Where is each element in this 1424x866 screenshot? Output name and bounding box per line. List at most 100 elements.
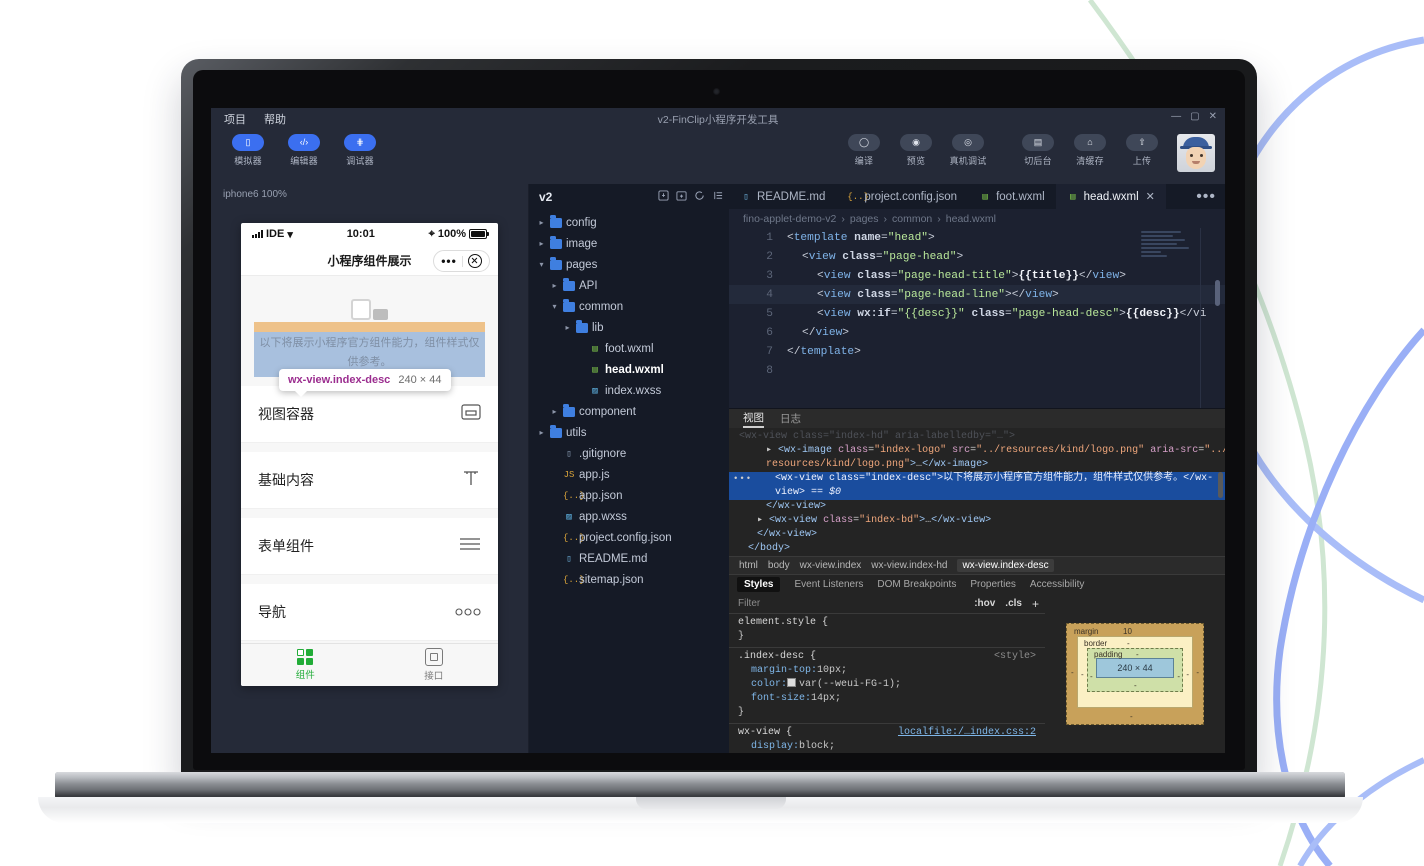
- toolbar-clear-cache-button[interactable]: ⌂ 清缓存: [1067, 134, 1113, 167]
- chevron-icon[interactable]: ▸: [537, 428, 546, 437]
- margin-left-value[interactable]: -: [1071, 668, 1074, 677]
- tree-item[interactable]: ▸▯.gitignore: [529, 443, 729, 464]
- maximize-icon[interactable]: ▢: [1190, 112, 1199, 122]
- css-property-value[interactable]: 10px;: [817, 664, 847, 678]
- breadcrumb-item[interactable]: common: [892, 213, 932, 225]
- tree-item[interactable]: ▾common: [529, 296, 729, 317]
- border-left-value[interactable]: -: [1081, 670, 1084, 679]
- box-model-margin[interactable]: margin 10 - - - border - - -: [1066, 623, 1204, 725]
- dom-node-line[interactable]: resources/kind/logo.png">…</wx-image>: [729, 458, 1225, 472]
- chevron-icon[interactable]: ▾: [550, 302, 559, 311]
- devtools-tabs[interactable]: 视图日志: [729, 409, 1225, 428]
- toolbar-preview-button[interactable]: ◉ 预览: [893, 134, 939, 167]
- dom-breadcrumb[interactable]: htmlbodywx-view.indexwx-view.index-hdwx-…: [729, 556, 1225, 574]
- chevron-icon[interactable]: ▸: [550, 281, 559, 290]
- editor-tab[interactable]: {..}project.config.json: [836, 184, 968, 209]
- dom-breadcrumb-item[interactable]: wx-view.index-hd: [871, 560, 947, 571]
- padding-bottom-value[interactable]: -: [1134, 681, 1137, 690]
- toolbar-compile-button[interactable]: ◯ 编译: [841, 134, 887, 167]
- styles-panel-tab[interactable]: Accessibility: [1030, 579, 1084, 590]
- border-top-value[interactable]: -: [1127, 639, 1130, 648]
- chevron-icon[interactable]: ▸: [563, 323, 572, 332]
- editor-tabbar[interactable]: ▯README.md{..}project.config.json▤foot.w…: [729, 184, 1225, 209]
- styles-panel-tab[interactable]: Event Listeners: [794, 579, 863, 590]
- css-declaration[interactable]: color: var(--weui-FG-1);: [729, 678, 1045, 692]
- minimize-icon[interactable]: —: [1171, 112, 1181, 122]
- list-item[interactable]: 导航: [241, 584, 498, 641]
- tree-item[interactable]: ▸▨app.wxss: [529, 506, 729, 527]
- css-property-name[interactable]: margin-top:: [751, 664, 817, 678]
- tree-item[interactable]: ▸config: [529, 212, 729, 233]
- margin-top-value[interactable]: 10: [1123, 627, 1132, 636]
- dom-scrollbar[interactable]: [1218, 472, 1223, 498]
- tree-item[interactable]: ▸image: [529, 233, 729, 254]
- tree-item[interactable]: ▸▤head.wxml: [529, 359, 729, 380]
- css-property-value[interactable]: 14px;: [811, 692, 841, 706]
- cls-toggle[interactable]: .cls: [1005, 598, 1022, 609]
- list-item[interactable]: 视图容器: [241, 386, 498, 443]
- editor-tab[interactable]: ▤head.wxml✕: [1056, 184, 1166, 209]
- dom-node-line[interactable]: ▸ <wx-view class="index-bd">…</wx-view>: [729, 514, 1225, 528]
- css-rules[interactable]: element.style {}.index-desc {<style>marg…: [729, 614, 1045, 753]
- editor-scrollbar[interactable]: [1215, 280, 1220, 306]
- toolbar-background-button[interactable]: ▤ 切后台: [1015, 134, 1061, 167]
- devtools-tab[interactable]: 视图: [743, 410, 764, 428]
- more-dots-icon[interactable]: •••: [436, 255, 462, 267]
- css-declaration[interactable]: font-size: 14px;: [729, 692, 1045, 706]
- editor-tab[interactable]: ▤foot.wxml: [968, 184, 1056, 209]
- dom-breadcrumb-item[interactable]: wx-view.index-desc: [957, 559, 1053, 572]
- styles-panel-tab[interactable]: Properties: [970, 579, 1016, 590]
- tree-item[interactable]: ▸{..}sitemap.json: [529, 569, 729, 590]
- refresh-icon[interactable]: [694, 188, 705, 206]
- dom-node-line[interactable]: </body>: [729, 542, 1225, 556]
- dom-node-line[interactable]: </wx-view>: [729, 528, 1225, 542]
- tree-item[interactable]: ▸component: [529, 401, 729, 422]
- file-tree[interactable]: ▸config▸image▾pages▸API▾common▸lib▸▤foot…: [529, 209, 729, 753]
- tree-item[interactable]: ▸JSapp.js: [529, 464, 729, 485]
- code-area[interactable]: 1<template name="head">2<view class="pag…: [729, 228, 1225, 408]
- padding-top-value[interactable]: -: [1136, 650, 1139, 659]
- box-model-border[interactable]: border - - - padding - - -: [1077, 636, 1193, 708]
- breadcrumb-item[interactable]: pages: [850, 213, 879, 225]
- dom-node-line[interactable]: </wx-view>: [729, 500, 1225, 514]
- tabbar-item-api[interactable]: 接口: [370, 644, 499, 686]
- minimap[interactable]: [1141, 231, 1191, 401]
- tree-item[interactable]: ▸utils: [529, 422, 729, 443]
- dom-breadcrumb-item[interactable]: html: [739, 560, 758, 571]
- css-property-name[interactable]: color:: [751, 678, 787, 692]
- simulator-device-selector[interactable]: iphone6 100%: [211, 184, 528, 204]
- css-selector[interactable]: wx-view {: [738, 726, 792, 740]
- list-item[interactable]: 表单组件: [241, 518, 498, 575]
- chevron-icon[interactable]: ▸: [537, 218, 546, 227]
- breadcrumb-item[interactable]: head.wxml: [946, 213, 996, 225]
- css-property-name[interactable]: display:: [751, 740, 799, 753]
- css-source-link[interactable]: <style>: [994, 650, 1036, 664]
- toolbar-device-debug-button[interactable]: ◎ 真机调试: [945, 134, 991, 167]
- tree-item[interactable]: ▸API: [529, 275, 729, 296]
- tree-item[interactable]: ▸{..}project.config.json: [529, 527, 729, 548]
- styles-panel-tab[interactable]: Styles: [737, 577, 780, 592]
- chevron-icon[interactable]: ▾: [537, 260, 546, 269]
- collapse-all-icon[interactable]: [712, 188, 723, 206]
- border-right-value[interactable]: -: [1186, 670, 1189, 679]
- styles-panel-tab[interactable]: DOM Breakpoints: [877, 579, 956, 590]
- hov-toggle[interactable]: :hov: [974, 598, 995, 609]
- margin-bottom-value[interactable]: -: [1130, 712, 1133, 721]
- css-property-value[interactable]: var(--weui-FG-1);: [799, 678, 901, 692]
- dom-breadcrumb-item[interactable]: body: [768, 560, 790, 571]
- new-file-icon[interactable]: [658, 188, 669, 206]
- list-item[interactable]: 基础内容: [241, 452, 498, 509]
- tree-item[interactable]: ▸▤foot.wxml: [529, 338, 729, 359]
- css-declaration[interactable]: margin-top: 10px;: [729, 664, 1045, 678]
- css-declaration[interactable]: display: block;: [729, 740, 1045, 753]
- tabbar-item-components[interactable]: 组件: [241, 644, 370, 686]
- margin-right-value[interactable]: -: [1196, 668, 1199, 677]
- css-rule[interactable]: .index-desc {<style>margin-top: 10px;col…: [729, 648, 1045, 724]
- box-model-padding[interactable]: padding - - - - 240 × 44: [1087, 648, 1183, 692]
- css-rule[interactable]: element.style {}: [729, 614, 1045, 648]
- padding-right-value[interactable]: -: [1177, 672, 1180, 681]
- toolbar-editor-button[interactable]: ‹/› 编辑器: [281, 134, 327, 167]
- css-selector[interactable]: .index-desc {: [738, 650, 816, 664]
- dom-node-line[interactable]: <wx-view class="index-hd" aria-labelledb…: [729, 430, 1225, 444]
- chevron-icon[interactable]: ▸: [537, 239, 546, 248]
